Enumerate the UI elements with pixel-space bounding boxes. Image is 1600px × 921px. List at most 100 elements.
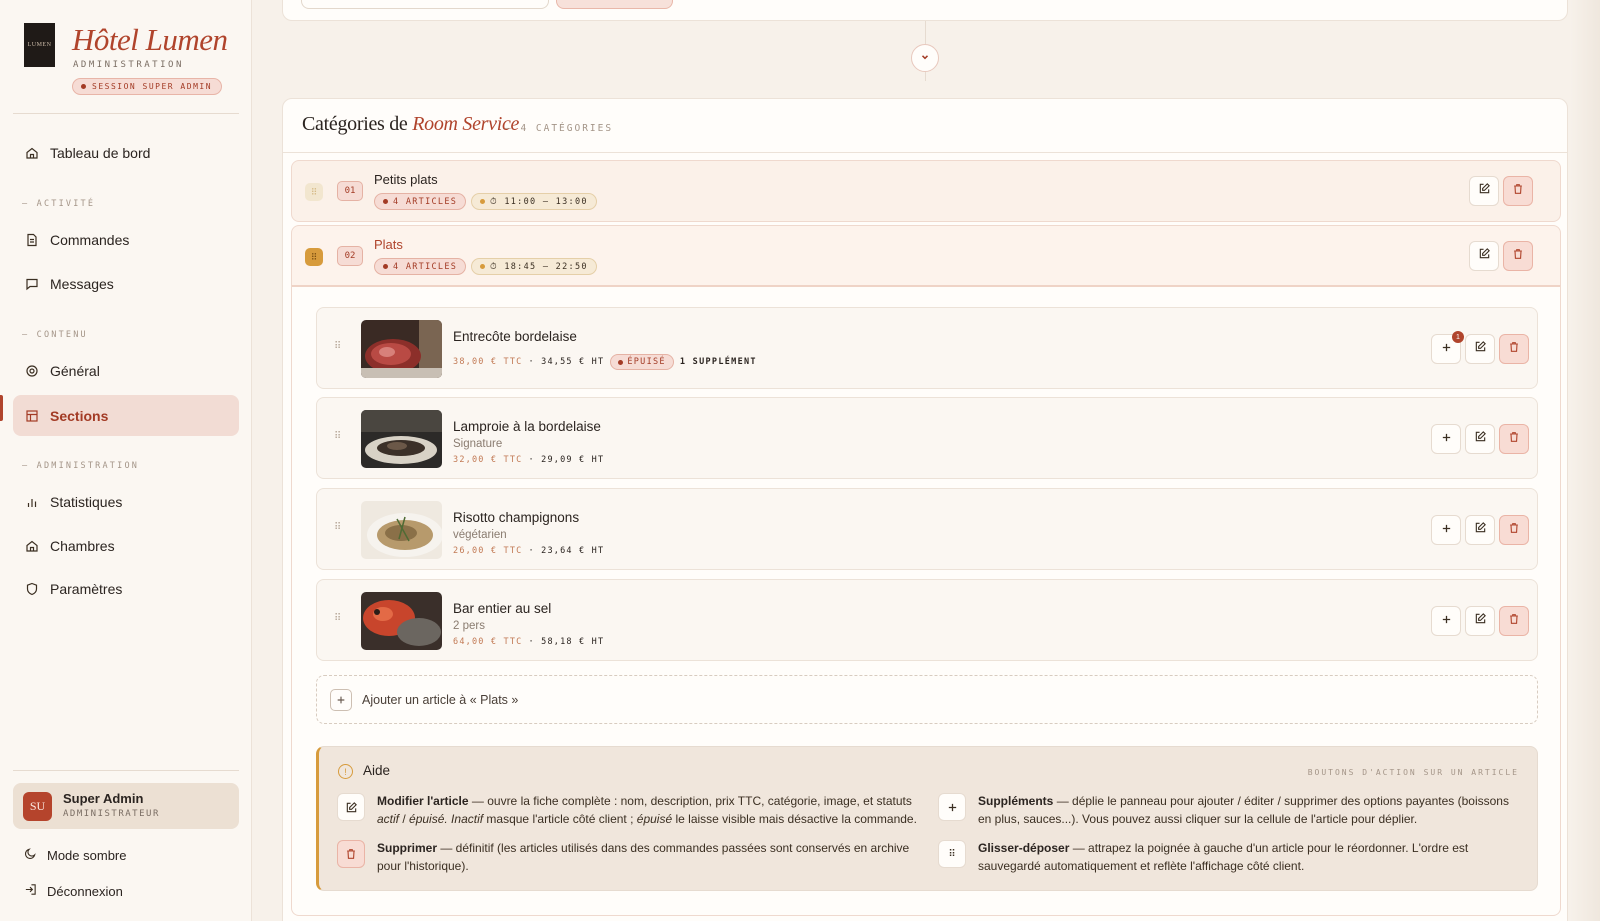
- item-price: 26,00 € TTC · 23,64 € HT: [453, 546, 604, 556]
- previous-field[interactable]: [301, 0, 549, 9]
- item-card[interactable]: ⠿ Risotto champignons végétarien 26,00 €…: [316, 488, 1538, 570]
- scroll-edge: [1570, 0, 1600, 921]
- help-edit-epuise2: épuisé: [636, 812, 673, 826]
- hours-badge: ⏱ 18:45 – 22:50: [471, 258, 597, 275]
- user-card[interactable]: SU Super Admin ADMINISTRATEUR: [13, 783, 239, 829]
- category-name: Petits plats: [374, 172, 438, 187]
- delete-item-button[interactable]: [1499, 606, 1529, 636]
- room-service-panel: Catégories de Room Service — 4 CATÉGORIE…: [282, 98, 1568, 921]
- price-ht: · 29,09 € HT: [528, 455, 605, 465]
- articles-count: 4 ARTICLES: [393, 196, 458, 207]
- sidebar-item-label: Commandes: [50, 232, 130, 248]
- plus-icon: [938, 793, 966, 821]
- drag-handle-icon[interactable]: ⠿: [334, 341, 341, 352]
- collapse-toggle-button[interactable]: [911, 44, 939, 72]
- help-delete-title: Supprimer: [377, 841, 438, 855]
- logout-link[interactable]: Déconnexion: [24, 883, 123, 899]
- delete-item-button[interactable]: [1499, 424, 1529, 454]
- item-description: Signature: [453, 438, 503, 450]
- drag-handle-icon[interactable]: ⠿: [334, 431, 341, 442]
- item-card[interactable]: ⠿ Entrecôte bordelaise 38,00 € TTC · 34,…: [316, 307, 1538, 389]
- sidebar-item-label: Sections: [50, 407, 109, 424]
- item-description: 2 pers: [453, 620, 485, 632]
- session-badge-label: SESSION SUPER ADMIN: [92, 82, 213, 91]
- trash-icon: [1508, 430, 1520, 448]
- supplements-button[interactable]: [1431, 515, 1461, 545]
- sidebar-item-sections[interactable]: Sections: [13, 395, 239, 436]
- drag-handle-icon[interactable]: ⠿: [334, 522, 341, 533]
- bar-chart-icon: [25, 495, 39, 509]
- drag-handle-icon[interactable]: ⠿: [305, 183, 323, 201]
- drag-handle-icon[interactable]: ⠿: [334, 613, 341, 624]
- articles-badge: 4 ARTICLES: [374, 258, 467, 275]
- plus-icon: [1441, 521, 1452, 539]
- sidebar-item-settings[interactable]: Paramètres: [13, 569, 239, 609]
- dark-mode-label: Mode sombre: [47, 847, 127, 863]
- edit-item-button[interactable]: [1465, 606, 1495, 636]
- item-image: [361, 501, 442, 559]
- edit-icon: [1478, 247, 1491, 265]
- dark-mode-toggle[interactable]: Mode sombre: [24, 847, 126, 863]
- home-icon: [25, 539, 39, 553]
- help-delete-desc: — définitif (les articles utilisés dans …: [377, 841, 910, 873]
- panel-title-prefix: Catégories de: [302, 113, 413, 135]
- sidebar-item-label: Général: [50, 363, 100, 379]
- sidebar-item-orders[interactable]: Commandes: [13, 220, 239, 260]
- sold-out-badge: ÉPUISÉ: [610, 354, 674, 370]
- delete-category-button[interactable]: [1503, 176, 1533, 206]
- help-box: ! Aide BOUTONS D'ACTION SUR UN ARTICLE M…: [316, 746, 1538, 891]
- price-ht: · 23,64 € HT: [528, 546, 605, 556]
- sidebar-item-stats[interactable]: Statistiques: [13, 482, 239, 522]
- edit-category-button[interactable]: [1469, 241, 1499, 271]
- sidebar-item-messages[interactable]: Messages: [13, 264, 239, 304]
- plus-icon: [1441, 430, 1452, 448]
- category-count: — 4 CATÉGORIES: [505, 123, 614, 134]
- trash-icon: [1512, 182, 1524, 200]
- sidebar: LUMEN Hôtel Lumen ADMINISTRATION SESSION…: [0, 0, 252, 921]
- supplements-button[interactable]: [1431, 424, 1461, 454]
- hours-range: ⏱ 11:00 – 13:00: [490, 196, 588, 207]
- edit-category-button[interactable]: [1469, 176, 1499, 206]
- supplement-badge: 1: [1452, 331, 1464, 343]
- item-card[interactable]: ⠿ Lamproie à la bordelaise Signature 32,…: [316, 397, 1538, 479]
- previous-delete-button[interactable]: [556, 0, 673, 9]
- sidebar-item-label: Chambres: [50, 538, 115, 554]
- category-row[interactable]: ⠿ 02 Plats 4 ARTICLES ⏱ 18:45 – 22:50: [291, 225, 1561, 287]
- previous-section-card: [282, 0, 1568, 21]
- sidebar-item-dashboard[interactable]: Tableau de bord: [13, 133, 239, 173]
- help-caption: BOUTONS D'ACTION SUR UN ARTICLE: [1307, 768, 1519, 777]
- item-name: Risotto champignons: [453, 510, 580, 525]
- edit-item-button[interactable]: [1465, 334, 1495, 364]
- help-edit-actif: actif: [377, 812, 400, 826]
- add-item-button[interactable]: Ajouter un article à « Plats »: [316, 675, 1538, 724]
- delete-category-button[interactable]: [1503, 241, 1533, 271]
- sidebar-item-general[interactable]: Général: [13, 351, 239, 391]
- edit-icon: [1474, 521, 1487, 539]
- item-price: 32,00 € TTC · 29,09 € HT: [453, 455, 604, 465]
- add-item-label: Ajouter un article à « Plats »: [362, 692, 519, 707]
- supplements-button[interactable]: [1431, 606, 1461, 636]
- supplements-button[interactable]: 1: [1431, 331, 1464, 364]
- sidebar-item-rooms[interactable]: Chambres: [13, 526, 239, 566]
- delete-item-button[interactable]: [1499, 334, 1529, 364]
- help-drag-title: Glisser-déposer: [978, 841, 1070, 855]
- edit-item-button[interactable]: [1465, 515, 1495, 545]
- edit-item-button[interactable]: [1465, 424, 1495, 454]
- item-price: 38,00 € TTC · 34,55 € HT ÉPUISÉ 1 SUPPLÉ…: [453, 354, 757, 370]
- brand-name: Hôtel Lumen: [72, 22, 228, 57]
- drag-handle-icon[interactable]: ⠿: [305, 248, 323, 266]
- status-dot-icon: [618, 359, 624, 365]
- item-card[interactable]: ⠿ Bar entier au sel 2 pers 64,00 € TTC ·…: [316, 579, 1538, 661]
- sidebar-item-label: Statistiques: [50, 494, 123, 510]
- sidebar-item-label: Paramètres: [50, 581, 123, 597]
- sidebar-divider: [13, 113, 239, 114]
- item-image: [361, 410, 442, 468]
- hours-badge: ⏱ 11:00 – 13:00: [471, 193, 597, 210]
- category-name: Plats: [374, 237, 403, 252]
- category-row[interactable]: ⠿ 01 Petits plats 4 ARTICLES ⏱ 11:00 – 1…: [291, 160, 1561, 222]
- delete-item-button[interactable]: [1499, 515, 1529, 545]
- active-indicator: [0, 395, 3, 421]
- sidebar-item-label: Messages: [50, 276, 114, 292]
- help-supplements-text: Suppléments — déplie le panneau pour ajo…: [978, 792, 1518, 828]
- status-dot-icon: [383, 199, 388, 204]
